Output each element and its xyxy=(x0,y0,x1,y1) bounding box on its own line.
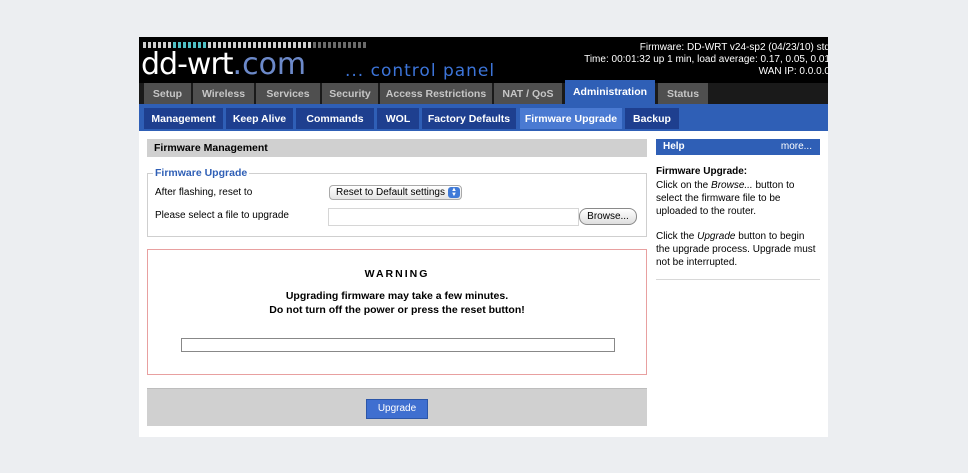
system-info: Firmware: DD-WRT v24-sp2 (04/23/10) std … xyxy=(584,42,828,78)
action-bar: Upgrade xyxy=(147,388,647,426)
reset-select[interactable]: Reset to Default settings ▲ ▼ xyxy=(329,185,462,200)
led-segment xyxy=(358,42,361,48)
wan-ip: WAN IP: 0.0.0.0 xyxy=(758,66,828,77)
ddwrt-logo: dd-wrt.com xyxy=(141,48,306,82)
fieldset-legend: Firmware Upgrade xyxy=(153,167,250,180)
led-segment xyxy=(353,42,356,48)
select-arrows-icon: ▲ ▼ xyxy=(448,187,460,198)
warning-box: WARNING Upgrading firmware may take a fe… xyxy=(147,249,647,375)
help-panel: Help more... Firmware Upgrade: Click on … xyxy=(656,139,820,280)
firmware-upgrade-fieldset: Firmware Upgrade After flashing, reset t… xyxy=(147,167,647,237)
file-label: Please select a file to upgrade xyxy=(155,210,289,221)
upgrade-button[interactable]: Upgrade xyxy=(366,399,428,419)
help-emphasis: Upgrade xyxy=(697,231,736,242)
led-segment xyxy=(333,42,336,48)
help-header: Help more... xyxy=(656,139,820,155)
tab-administration[interactable]: Administration xyxy=(565,80,655,104)
uptime-info: Time: 00:01:32 up 1 min, load average: 0… xyxy=(584,54,828,65)
browse-button[interactable]: Browse... xyxy=(579,208,637,225)
main-content: Firmware Management Firmware Upgrade Aft… xyxy=(147,139,647,429)
tab-wireless[interactable]: Wireless xyxy=(193,83,254,104)
led-segment xyxy=(318,42,321,48)
reset-select-value: Reset to Default settings xyxy=(336,187,445,198)
logo-main-text: dd-wrt xyxy=(141,47,234,82)
firmware-version: Firmware: DD-WRT v24-sp2 (04/23/10) std xyxy=(639,42,828,53)
main-nav-tabs: Setup Wireless Services Security Access … xyxy=(139,80,828,104)
led-segment xyxy=(363,42,366,48)
logo-suffix-text: .com xyxy=(232,47,307,82)
subtab-firmware-upgrade[interactable]: Firmware Upgrade xyxy=(520,108,622,129)
help-body: Firmware Upgrade: Click on the Browse...… xyxy=(656,155,820,280)
help-text: Click on the xyxy=(656,180,712,191)
warning-line-2: Do not turn off the power or press the r… xyxy=(269,304,525,316)
subtab-management[interactable]: Management xyxy=(144,108,223,129)
subtab-keep-alive[interactable]: Keep Alive xyxy=(226,108,293,129)
control-panel-tagline: ... control panel xyxy=(345,61,496,81)
upgrade-progress-bar xyxy=(181,338,615,352)
help-text: Click the xyxy=(656,231,698,242)
tab-nat-qos[interactable]: NAT / QoS xyxy=(494,83,562,104)
led-segment xyxy=(343,42,346,48)
led-segment xyxy=(338,42,341,48)
tab-access-restrictions[interactable]: Access Restrictions xyxy=(380,83,492,104)
led-segment xyxy=(328,42,331,48)
help-heading: Firmware Upgrade: xyxy=(656,166,748,177)
warning-title: WARNING xyxy=(364,268,430,280)
help-paragraph-1: Click on the Browse... button to select … xyxy=(656,179,820,218)
tab-services[interactable]: Services xyxy=(256,83,320,104)
tab-security[interactable]: Security xyxy=(322,83,378,104)
warning-line-1: Upgrading firmware may take a few minute… xyxy=(285,290,509,302)
help-more-link[interactable]: more... xyxy=(781,141,812,152)
led-segment xyxy=(313,42,316,48)
subtab-factory-defaults[interactable]: Factory Defaults xyxy=(422,108,516,129)
section-title: Firmware Management xyxy=(147,139,647,157)
help-emphasis: Browse... xyxy=(711,180,753,191)
reset-label: After flashing, reset to xyxy=(155,187,253,198)
led-segment xyxy=(308,42,311,48)
led-segment xyxy=(348,42,351,48)
sub-nav-tabs: Management Keep Alive Commands WOL Facto… xyxy=(139,104,828,131)
file-path-input[interactable] xyxy=(328,208,579,226)
help-title: Help xyxy=(663,141,685,152)
subtab-backup[interactable]: Backup xyxy=(625,108,679,129)
led-segment xyxy=(323,42,326,48)
help-paragraph-2: Click the Upgrade button to begin the up… xyxy=(656,230,820,269)
tab-status[interactable]: Status xyxy=(658,83,708,104)
router-header: dd-wrt.com ... control panel Firmware: D… xyxy=(139,37,828,83)
tab-setup[interactable]: Setup xyxy=(144,83,191,104)
browser-page: dd-wrt.com ... control panel Firmware: D… xyxy=(139,37,828,437)
subtab-commands[interactable]: Commands xyxy=(296,108,374,129)
subtab-wol[interactable]: WOL xyxy=(377,108,419,129)
